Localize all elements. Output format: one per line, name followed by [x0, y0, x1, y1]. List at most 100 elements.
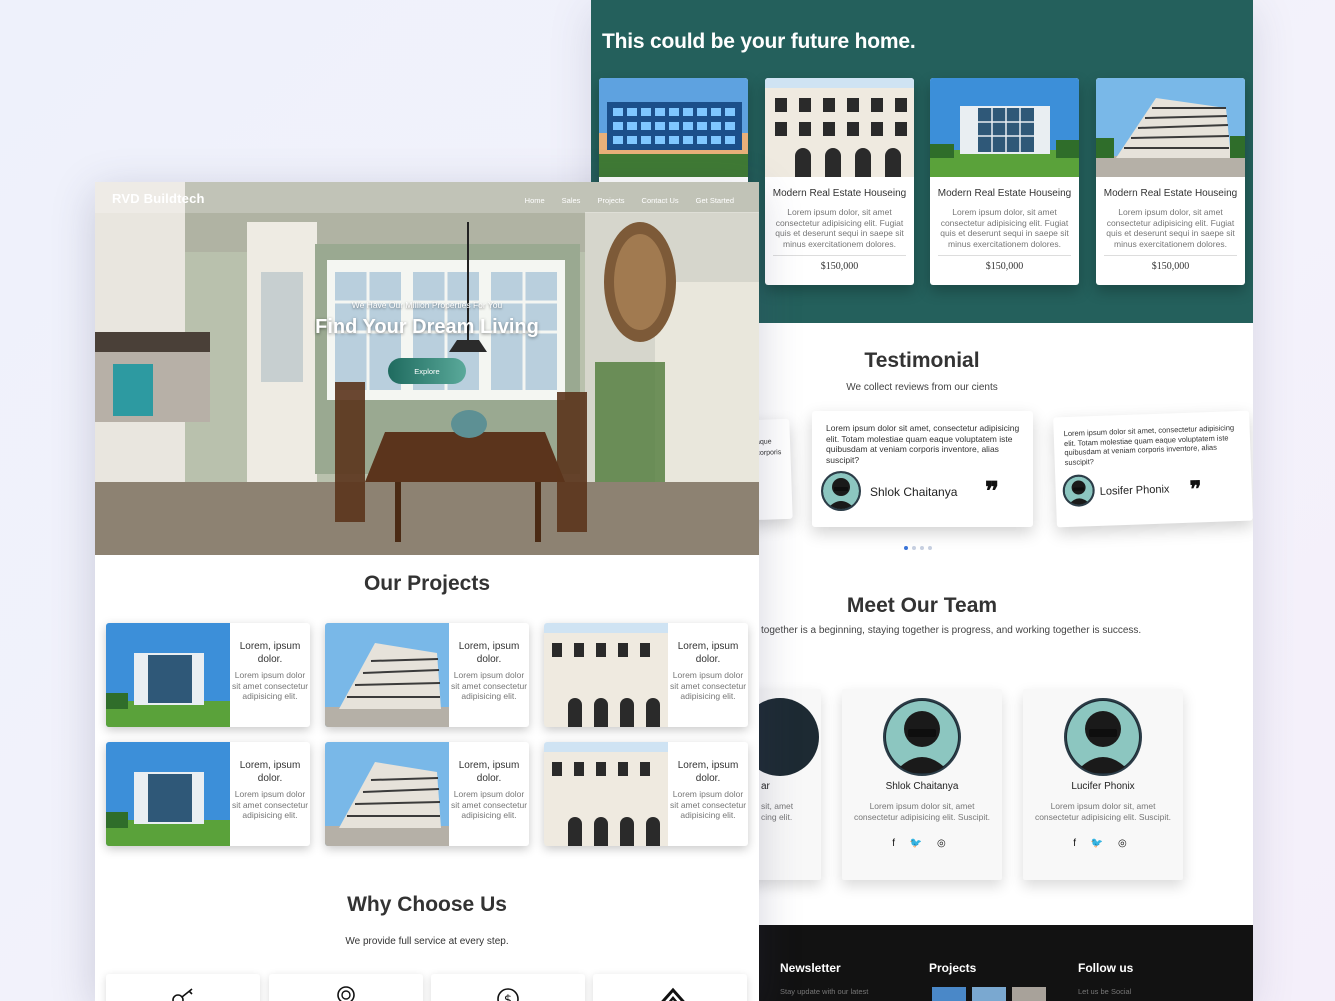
- award-icon: [337, 986, 355, 1001]
- project-thumbnail[interactable]: [932, 987, 966, 1001]
- home-title: Modern Real Estate Houseing: [937, 188, 1072, 199]
- building-image: [765, 78, 914, 177]
- home-description: Lorem ipsum dolor, sit amet consectetur …: [775, 207, 904, 249]
- why-card[interactable]: [593, 974, 747, 1001]
- member-avatar: [883, 698, 961, 776]
- key-icon: [172, 988, 193, 1001]
- carousel-dot[interactable]: [904, 546, 908, 550]
- nav-home[interactable]: Home: [525, 196, 545, 205]
- building-image: [1096, 78, 1245, 177]
- project-image: [544, 623, 668, 727]
- why-choose-subtitle: We provide full service at every step.: [345, 936, 509, 947]
- nav-links: Home Sales Projects Contact Us Get Start…: [525, 196, 734, 205]
- team-card[interactable]: Lucifer Phonix Lorem ipsum dolor sit, am…: [1023, 689, 1183, 880]
- dollar-icon: $: [497, 988, 519, 1001]
- project-card[interactable]: Lorem, ipsum dolor. Lorem ipsum dolor si…: [325, 742, 529, 846]
- carousel-dot[interactable]: [920, 546, 924, 550]
- project-text: Lorem ipsum dolor sit amet consectetur a…: [669, 789, 747, 820]
- brand-logo[interactable]: RVD Buildtech: [112, 191, 205, 206]
- project-card[interactable]: Lorem, ipsum dolor. Lorem ipsum dolor si…: [325, 623, 529, 727]
- nav-sales[interactable]: Sales: [562, 196, 581, 205]
- member-name: ar: [761, 781, 770, 792]
- footer-projects-heading: Projects: [929, 961, 977, 975]
- nav-projects[interactable]: Projects: [597, 196, 624, 205]
- project-image: [325, 623, 449, 727]
- member-text: sit, amet cing elit.: [761, 801, 794, 822]
- home-description: Lorem ipsum dolor, sit amet consectetur …: [940, 207, 1069, 249]
- social-icons[interactable]: f 🐦 ◎: [1023, 838, 1183, 849]
- member-name: Lucifer Phonix: [1071, 781, 1135, 792]
- nav-contact[interactable]: Contact Us: [642, 196, 679, 205]
- home-price: $150,000: [985, 261, 1024, 272]
- testimonial-card[interactable]: Lorem ipsum dolor sit amet, consectetur …: [812, 411, 1033, 527]
- project-text: Lorem ipsum dolor sit amet consectetur a…: [231, 789, 309, 820]
- house-icon: [661, 987, 685, 1001]
- home-title: Modern Real Estate Houseing: [772, 188, 907, 199]
- quote-icon: ❞: [985, 477, 999, 507]
- project-title: Lorem, ipsum dolor.: [458, 641, 520, 665]
- divider: [938, 255, 1071, 256]
- project-image: [106, 742, 230, 846]
- why-card[interactable]: [269, 974, 423, 1001]
- project-title: Lorem, ipsum dolor.: [458, 760, 520, 784]
- project-card[interactable]: Lorem, ipsum dolor. Lorem ipsum dolor si…: [106, 742, 310, 846]
- project-thumbnail[interactable]: [972, 987, 1006, 1001]
- member-name: Shlok Chaitanya: [885, 781, 959, 792]
- team-card[interactable]: Shlok Chaitanya Lorem ipsum dolor sit, a…: [842, 689, 1002, 880]
- member-text: Lorem ipsum dolor sit, amet consectetur …: [853, 801, 991, 822]
- project-card[interactable]: Lorem, ipsum dolor. Lorem ipsum dolor si…: [544, 623, 748, 727]
- nav-get-started[interactable]: Get Started: [696, 196, 734, 205]
- carousel-dot[interactable]: [928, 546, 932, 550]
- project-card[interactable]: Lorem, ipsum dolor. Lorem ipsum dolor si…: [544, 742, 748, 846]
- project-image: [106, 623, 230, 727]
- explore-button[interactable]: Explore: [388, 358, 466, 384]
- building-image: [599, 78, 748, 177]
- project-text: Lorem ipsum dolor sit amet consectetur a…: [450, 670, 528, 701]
- avatar: [1062, 474, 1096, 508]
- social-icons[interactable]: f 🐦 ◎: [842, 838, 1002, 849]
- project-title: Lorem, ipsum dolor.: [239, 641, 301, 665]
- testimonial-text: Lorem ipsum dolor sit amet, consectetur …: [826, 423, 1020, 465]
- hero-title: Find Your Dream Living: [315, 316, 539, 338]
- hero-section: RVD Buildtech Home Sales Projects Contac…: [95, 182, 759, 555]
- why-card[interactable]: $: [431, 974, 585, 1001]
- home-card[interactable]: Modern Real Estate Houseing Lorem ipsum …: [765, 78, 914, 285]
- project-image: [544, 742, 668, 846]
- projects-title: Our Projects: [363, 572, 491, 595]
- newsletter-text: Stay update with our latest: [780, 987, 869, 996]
- testimonial-text: aque corporis: [755, 438, 782, 457]
- quote-icon: ❞: [1189, 476, 1203, 503]
- carousel-dot[interactable]: [912, 546, 916, 550]
- project-title: Lorem, ipsum dolor.: [677, 641, 739, 665]
- testimonial-text: Lorem ipsum dolor sit amet, consectetur …: [1063, 423, 1235, 467]
- building-image: [930, 78, 1079, 177]
- project-thumbnail[interactable]: [1012, 987, 1046, 1001]
- project-text: Lorem ipsum dolor sit amet consectetur a…: [450, 789, 528, 820]
- home-description: Lorem ipsum dolor, sit amet consectetur …: [1106, 207, 1235, 249]
- project-card[interactable]: Lorem, ipsum dolor. Lorem ipsum dolor si…: [106, 623, 310, 727]
- why-card[interactable]: [106, 974, 260, 1001]
- project-text: Lorem ipsum dolor sit amet consectetur a…: [669, 670, 747, 701]
- home-title: Modern Real Estate Houseing: [1103, 188, 1238, 199]
- member-text: Lorem ipsum dolor sit, amet consectetur …: [1034, 801, 1172, 822]
- home-card[interactable]: Modern Real Estate Houseing Lorem ipsum …: [930, 78, 1079, 285]
- newsletter-heading: Newsletter: [780, 961, 841, 975]
- project-text: Lorem ipsum dolor sit amet consectetur a…: [231, 670, 309, 701]
- divider: [773, 255, 906, 256]
- project-title: Lorem, ipsum dolor.: [677, 760, 739, 784]
- member-avatar: [1064, 698, 1142, 776]
- svg-text:$: $: [504, 993, 512, 1001]
- follow-heading: Follow us: [1078, 961, 1134, 975]
- home-card[interactable]: Modern Real Estate Houseing Lorem ipsum …: [1096, 78, 1245, 285]
- navbar: RVD Buildtech Home Sales Projects Contac…: [95, 182, 759, 213]
- hero-tagline: We Have Our Million Properties For You: [351, 300, 503, 310]
- team-subtitle: together is a beginning, staying togethe…: [761, 625, 1142, 636]
- divider: [1104, 255, 1237, 256]
- follow-text: Let us be Social: [1078, 987, 1132, 996]
- carousel-dots[interactable]: [904, 546, 932, 550]
- avatar: [821, 471, 861, 511]
- future-home-title: This could be your future home.: [602, 30, 916, 53]
- home-price: $150,000: [1151, 261, 1190, 272]
- testimonial-card[interactable]: Lorem ipsum dolor sit amet, consectetur …: [1053, 410, 1253, 528]
- project-image: [325, 742, 449, 846]
